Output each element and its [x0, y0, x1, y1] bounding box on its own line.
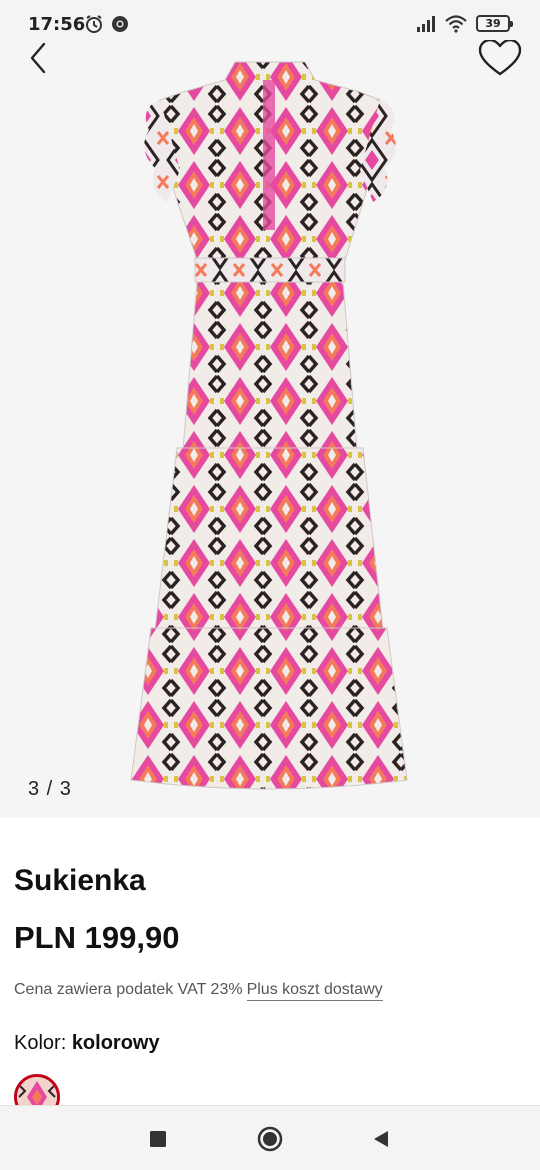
status-time: 17:56 — [28, 14, 86, 35]
back-button[interactable] — [22, 40, 58, 76]
vat-notice: Cena zawiera podatek VAT 23% Plus koszt d… — [14, 981, 383, 1001]
back-icon — [374, 1131, 388, 1147]
home-icon — [257, 1126, 283, 1152]
vat-text: Cena zawiera podatek VAT 23% — [14, 981, 243, 998]
heart-outline-icon — [478, 40, 522, 76]
wifi-icon — [445, 15, 467, 38]
home-button[interactable] — [255, 1124, 285, 1154]
color-label: Kolor: — [14, 1032, 67, 1054]
battery-icon: 39 — [476, 15, 513, 32]
recent-apps-button[interactable] — [143, 1124, 173, 1154]
product-name: Sukienka — [14, 864, 146, 897]
system-back-button[interactable] — [366, 1124, 396, 1154]
color-value: kolorowy — [71, 1032, 160, 1054]
alarm-icon — [84, 14, 104, 39]
image-counter: 3 / 3 — [28, 778, 72, 800]
signal-icon — [416, 16, 438, 37]
shipping-cost-link[interactable]: Plus koszt dostawy — [246, 981, 383, 1001]
product-image[interactable] — [125, 50, 415, 790]
product-price: PLN 199,90 — [14, 920, 180, 955]
chrome-icon — [110, 14, 130, 39]
android-nav-bar — [0, 1105, 540, 1170]
favorite-button[interactable] — [476, 40, 524, 78]
color-info: Kolor: kolorowy — [14, 1032, 160, 1055]
chevron-left-icon — [30, 42, 46, 74]
recent-apps-icon — [150, 1131, 166, 1147]
product-image-gallery[interactable]: 3 / 3 — [0, 40, 540, 818]
